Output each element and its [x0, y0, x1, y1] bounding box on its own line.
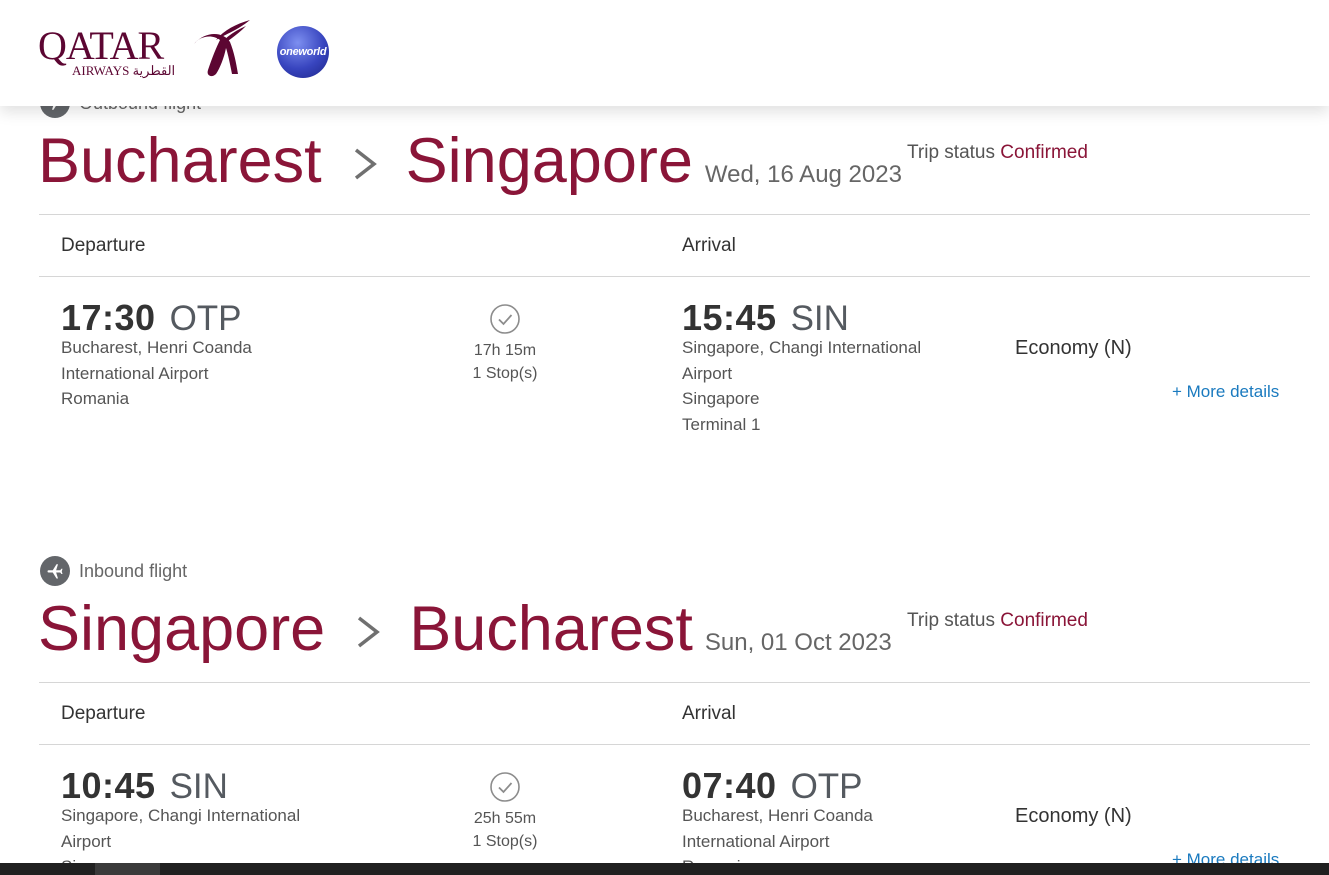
airport-line: Bucharest, Henri Coanda [682, 806, 873, 825]
airport-line: Singapore, Changi International [682, 338, 922, 357]
departure-airport-code: SIN [169, 767, 228, 806]
origin-city: Bucharest [38, 126, 322, 196]
departure-time: 10:45 [61, 765, 156, 806]
airport-line: Terminal 1 [682, 415, 761, 435]
check-circle-icon [490, 772, 520, 802]
divider [39, 682, 1310, 683]
arrival-airport-code: OTP [790, 767, 863, 806]
flight-date: Sun, 01 Oct 2023 [704, 629, 892, 656]
flight-date: Wed, 16 Aug 2023 [704, 161, 902, 188]
arrival-time-row: 07:40 OTP [682, 765, 863, 807]
airport-line: International Airport [682, 831, 830, 851]
more-details-link[interactable]: + More details [1172, 382, 1279, 402]
arrival-header: Arrival [682, 235, 736, 256]
os-taskbar [0, 863, 1329, 875]
taskbar-button[interactable] [95, 863, 160, 875]
airport-line: Singapore, Changi International [61, 806, 301, 825]
flight-duration-block: 17h 15m 1 Stop(s) [450, 303, 560, 385]
airport-line: Bucharest, Henri Coanda [61, 338, 252, 357]
divider [39, 744, 1310, 745]
arrival-time: 15:45 [682, 297, 777, 338]
departure-time-row: 10:45 SIN [61, 765, 228, 807]
chevron-right-icon [354, 148, 377, 180]
arrival-airport-details: Singapore, Changi International Airport … [682, 335, 921, 438]
departure-header: Departure [61, 703, 146, 724]
airport-line: Romania [61, 389, 130, 409]
qatar-airways-logo[interactable]: QATAR AIRWAYS القطرية [38, 18, 258, 84]
site-header: QATAR AIRWAYS القطرية oneworld [0, 0, 1329, 106]
arrival-airport-code: SIN [790, 299, 849, 338]
departure-header: Departure [61, 235, 146, 256]
flight-duration: 17h 15m [473, 342, 537, 359]
trip-status-label: Trip status [907, 142, 995, 163]
arrival-header: Arrival [682, 703, 736, 724]
airport-line: Airport [682, 363, 733, 383]
booking-page: QATAR AIRWAYS القطرية oneworld Outbound … [0, 0, 1329, 875]
check-circle-icon [490, 304, 520, 334]
trip-status: Trip status Confirmed [907, 610, 1088, 632]
arrival-time: 07:40 [682, 765, 777, 806]
flight-stops: 1 Stop(s) [472, 833, 538, 850]
trip-status: Trip status Confirmed [907, 142, 1088, 164]
trip-status-value: Confirmed [1000, 142, 1088, 163]
departure-airport-code: OTP [169, 299, 242, 338]
departure-airport-details: Bucharest, Henri Coanda International Ai… [61, 335, 252, 412]
departure-time-row: 17:30 OTP [61, 297, 242, 339]
flight-stops: 1 Stop(s) [472, 365, 538, 382]
arrival-time-row: 15:45 SIN [682, 297, 849, 339]
trip-status-label: Trip status [907, 610, 995, 631]
divider [39, 276, 1310, 277]
flight-label: Inbound flight [40, 556, 187, 586]
origin-city: Singapore [38, 594, 326, 664]
route-heading: Singapore Bucharest Sun, 01 Oct 2023 [38, 594, 892, 664]
airport-line: International Airport [61, 363, 209, 383]
departure-time: 17:30 [61, 297, 156, 338]
trip-status-value: Confirmed [1000, 610, 1088, 631]
logo-wordmark: QATAR [38, 23, 164, 68]
flight-duration: 25h 55m [473, 810, 537, 827]
logo-subtitle: AIRWAYS القطرية [72, 63, 176, 78]
flight-label-text: Inbound flight [79, 560, 188, 581]
divider [39, 214, 1310, 215]
destination-city: Singapore [405, 126, 693, 196]
oryx-icon [194, 20, 250, 77]
chevron-right-icon [358, 616, 381, 648]
airport-line: Singapore [682, 389, 760, 409]
cabin-class: Economy (N) [1015, 805, 1132, 827]
destination-city: Bucharest [409, 594, 693, 664]
cabin-class: Economy (N) [1015, 337, 1132, 359]
oneworld-logo[interactable]: oneworld [277, 26, 329, 78]
route-heading: Bucharest Singapore Wed, 16 Aug 2023 [38, 126, 902, 196]
airport-line: Airport [61, 831, 112, 851]
flight-duration-block: 25h 55m 1 Stop(s) [450, 771, 560, 853]
plane-icon [40, 556, 70, 586]
